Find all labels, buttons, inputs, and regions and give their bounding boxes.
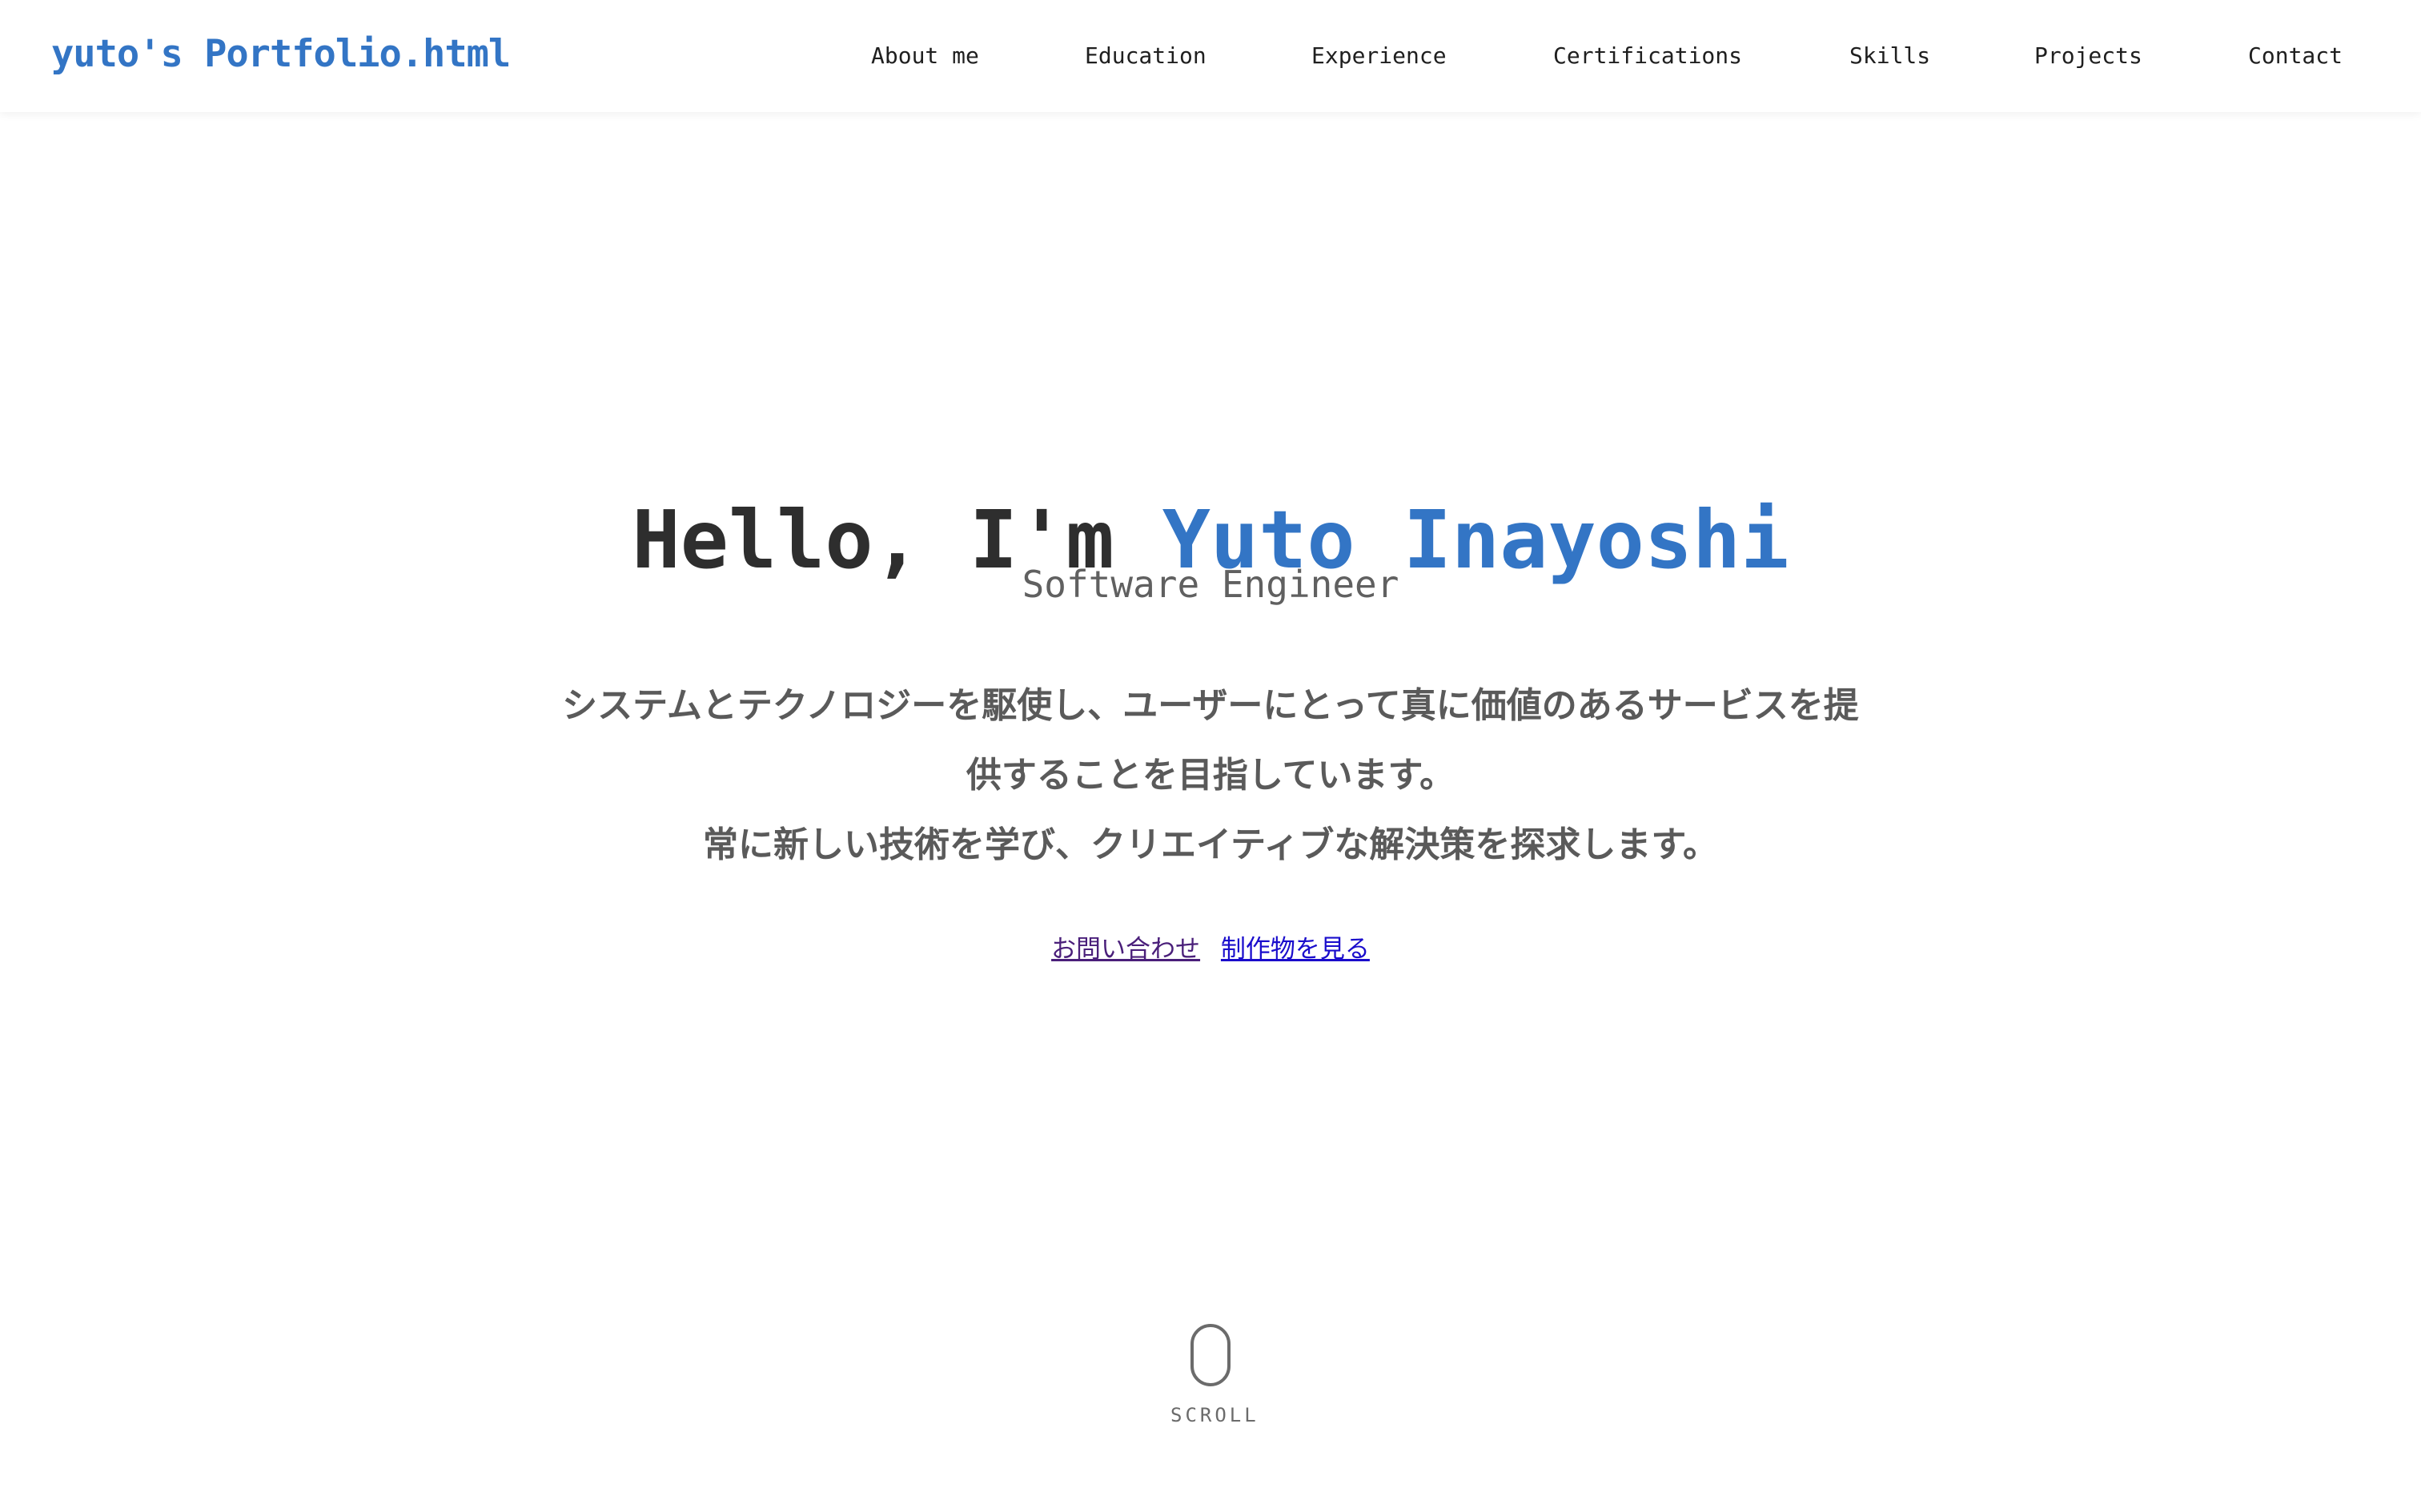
- nav-certifications[interactable]: Certifications: [1553, 40, 1742, 72]
- site-logo[interactable]: yuto's Portfolio.html: [51, 29, 511, 80]
- navbar: yuto's Portfolio.html About me Education…: [0, 0, 2421, 112]
- nav-projects[interactable]: Projects: [2034, 40, 2142, 72]
- cta-links: お問い合わせ 制作物を見る: [0, 930, 2421, 969]
- nav-about-me[interactable]: About me: [871, 40, 979, 72]
- intro-line-2: 常に新しい技術を学び、クリエイティブな解決策を探求します。: [702, 824, 1719, 865]
- scroll-label: SCROLL: [1170, 1404, 1259, 1426]
- scroll-indicator[interactable]: SCROLL: [1170, 1319, 1259, 1439]
- nav-skills[interactable]: Skills: [1849, 40, 1930, 72]
- mouse-icon: [1190, 1324, 1231, 1386]
- nav-contact[interactable]: Contact: [2248, 40, 2343, 72]
- nav-education[interactable]: Education: [1085, 40, 1206, 72]
- intro-line-1: システムとテクノロジーを駆使し、ユーザーにとって真に価値のあるサービスを提供する…: [562, 685, 1859, 796]
- nav-experience[interactable]: Experience: [1311, 40, 1447, 72]
- hero-subtitle: Software Engineer: [1022, 563, 1399, 606]
- contact-link[interactable]: お問い合わせ: [1051, 935, 1200, 964]
- hero-intro: システムとテクノロジーを駆使し、ユーザーにとって真に価値のあるサービスを提供する…: [560, 671, 1861, 880]
- view-projects-link[interactable]: 制作物を見る: [1221, 935, 1370, 964]
